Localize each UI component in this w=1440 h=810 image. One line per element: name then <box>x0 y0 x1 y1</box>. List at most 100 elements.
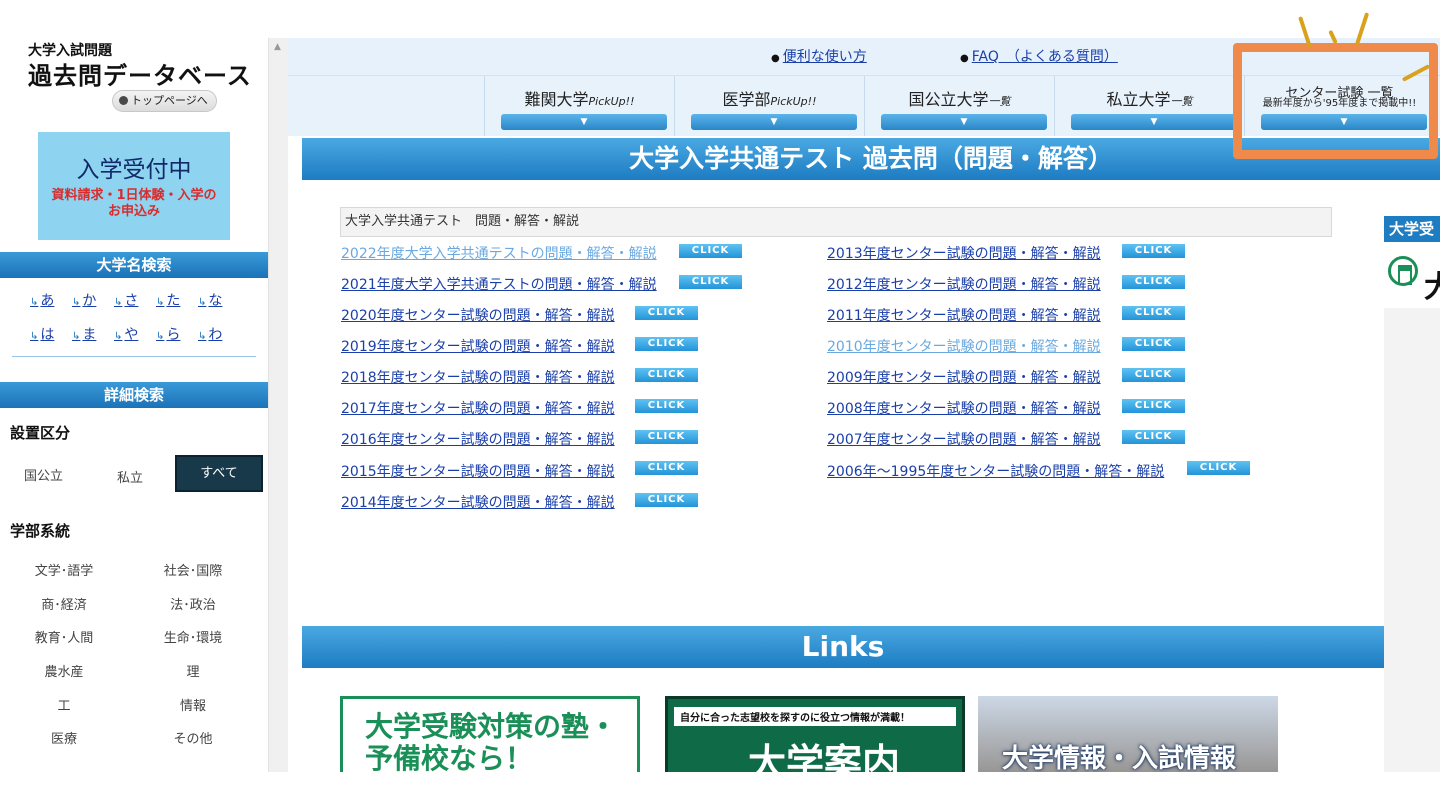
exam-link-2019[interactable]: 2019年度センター試験の問題・解答・解説 <box>341 336 615 356</box>
kana-link-wa[interactable]: わ <box>198 324 240 344</box>
exam-link-2010[interactable]: 2010年度センター試験の問題・解答・解説 <box>827 336 1101 356</box>
click-button[interactable]: CLICK <box>1187 461 1250 475</box>
admission-banner[interactable]: 入学受付中 資料請求・1日体験・入学のお申込み <box>38 132 230 240</box>
click-button[interactable]: CLICK <box>635 461 698 475</box>
kana-link-ya[interactable]: や <box>114 324 156 344</box>
detail-search-heading: 詳細検索 <box>0 382 268 408</box>
click-button[interactable]: CLICK <box>1122 368 1185 382</box>
site-logo[interactable]: 過去問データベース <box>28 56 252 91</box>
exam-link-2021[interactable]: 2021年度大学入学共通テストの問題・解答・解説 <box>341 274 657 294</box>
faculty-option[interactable]: 教育･人間 <box>14 627 114 646</box>
chevron-down-icon[interactable]: ▼ <box>1071 114 1237 130</box>
click-button[interactable]: CLICK <box>1122 337 1185 351</box>
exam-link-2017[interactable]: 2017年度センター試験の問題・解答・解説 <box>341 398 615 418</box>
nav-label: 国公立大学 <box>908 90 989 109</box>
click-button[interactable]: CLICK <box>635 430 698 444</box>
sidebar-scrollbar[interactable]: ▲ <box>268 38 288 772</box>
type-public-option[interactable]: 国公立 <box>24 465 63 484</box>
faculty-option[interactable]: 情報 <box>143 695 243 714</box>
faculty-option[interactable]: 文学･語学 <box>14 560 114 579</box>
kana-link-a[interactable]: あ <box>30 290 72 310</box>
click-button[interactable]: CLICK <box>679 244 742 258</box>
kana-link-ta[interactable]: た <box>156 290 198 310</box>
exam-link-2016[interactable]: 2016年度センター試験の問題・解答・解説 <box>341 429 615 449</box>
click-button[interactable]: CLICK <box>1122 430 1185 444</box>
nav-suffix: 一覧 <box>1170 95 1193 108</box>
howto-link[interactable]: 便利な使い方 <box>783 49 867 65</box>
click-button[interactable]: CLICK <box>635 337 698 351</box>
exam-link-2009[interactable]: 2009年度センター試験の問題・解答・解説 <box>827 367 1101 387</box>
nav-suffix: PickUp!! <box>588 95 635 108</box>
exam-link-2012[interactable]: 2012年度センター試験の問題・解答・解説 <box>827 274 1101 294</box>
exam-link-2011[interactable]: 2011年度センター試験の問題・解答・解説 <box>827 305 1101 325</box>
nav-item-private[interactable]: 私立大学一覧 ▼ <box>1054 76 1244 136</box>
howto-link-wrap: ● 便利な使い方 <box>771 46 867 66</box>
exam-link-2020[interactable]: 2020年度センター試験の問題・解答・解説 <box>341 305 615 325</box>
kana-link-ra[interactable]: ら <box>156 324 198 344</box>
faculty-option[interactable]: 工 <box>14 695 114 714</box>
click-button[interactable]: CLICK <box>1122 275 1185 289</box>
highlight-annotation <box>1233 43 1438 159</box>
banner-subtitle: 資料請求・1日体験・入学のお申込み <box>51 188 217 219</box>
kana-row-1: あかさたな <box>30 290 240 310</box>
nav-suffix: PickUp!! <box>770 95 817 108</box>
nav-item-medical[interactable]: 医学部PickUp!! ▼ <box>674 76 864 136</box>
ad-banner-university-info[interactable]: 大学情報・入試情報 <box>978 696 1278 772</box>
exam-link-2008[interactable]: 2008年度センター試験の問題・解答・解説 <box>827 398 1101 418</box>
top-page-button[interactable]: トップページへ <box>112 90 217 112</box>
chevron-down-icon[interactable]: ▼ <box>881 114 1047 130</box>
kana-link-ma[interactable]: ま <box>72 324 114 344</box>
ad-banner-cram-school[interactable]: 大学受験対策の塾・予備校なら！ <box>340 696 640 772</box>
nav-label: 医学部 <box>722 90 771 109</box>
faculty-option[interactable]: 医療 <box>14 728 114 747</box>
nav-item-top-universities[interactable]: 難関大学PickUp!! ▼ <box>484 76 674 136</box>
institution-type-label: 設置区分 <box>10 424 71 442</box>
faculty-label: 学部系統 <box>10 522 71 540</box>
kana-link-ka[interactable]: か <box>72 290 114 310</box>
faculty-option[interactable]: 理 <box>143 661 243 680</box>
faculty-option[interactable]: 生命･環境 <box>143 627 243 646</box>
faq-link-wrap: ● FAQ （よくある質問） <box>960 46 1118 66</box>
chevron-down-icon[interactable]: ▼ <box>501 114 667 130</box>
scroll-up-icon[interactable]: ▲ <box>274 42 281 52</box>
kana-link-ha[interactable]: は <box>30 324 72 344</box>
exam-link-2014[interactable]: 2014年度センター試験の問題・解答・解説 <box>341 492 615 512</box>
faculty-option[interactable]: その他 <box>143 728 243 747</box>
exam-link-2013[interactable]: 2013年度センター試験の問題・解答・解説 <box>827 243 1101 263</box>
nav-suffix: 一覧 <box>988 95 1011 108</box>
right-panel-heading: 大学受 <box>1384 216 1440 242</box>
browser-viewport: 大学入試問題 過去問データベース トップページへ 入学受付中 資料請求・1日体験… <box>0 38 1440 772</box>
kana-link-na[interactable]: な <box>198 290 240 310</box>
faculty-option[interactable]: 社会･国際 <box>143 560 243 579</box>
faq-link[interactable]: FAQ （よくある質問） <box>972 49 1118 65</box>
click-button[interactable]: CLICK <box>635 368 698 382</box>
click-button[interactable]: CLICK <box>635 399 698 413</box>
click-button[interactable]: CLICK <box>635 306 698 320</box>
exam-link-2022[interactable]: 2022年度大学入学共通テストの問題・解答・解説 <box>341 243 657 263</box>
click-button[interactable]: CLICK <box>679 275 742 289</box>
faculty-option[interactable]: 農水産 <box>14 661 114 680</box>
exam-link-2018[interactable]: 2018年度センター試験の問題・解答・解説 <box>341 367 615 387</box>
bullet-icon: ● <box>960 53 969 64</box>
click-button[interactable]: CLICK <box>635 493 698 507</box>
ad-banner-university-guide[interactable]: 自分に合った志望校を探すのに役立つ情報が満載！ 大学案内 <box>665 696 965 772</box>
section-label: 大学入学共通テスト 問題・解答・解説 <box>340 207 1332 237</box>
click-button[interactable]: CLICK <box>1122 244 1185 258</box>
click-button[interactable]: CLICK <box>1122 399 1185 413</box>
ad-title: 大学案内 <box>748 741 901 772</box>
nav-label: 難関大学 <box>524 90 589 109</box>
exam-link-2007[interactable]: 2007年度センター試験の問題・解答・解説 <box>827 429 1101 449</box>
chevron-down-icon[interactable]: ▼ <box>691 114 857 130</box>
click-button[interactable]: CLICK <box>1122 306 1185 320</box>
kana-link-sa[interactable]: さ <box>114 290 156 310</box>
faculty-option[interactable]: 法･政治 <box>143 594 243 613</box>
faculty-option[interactable]: 商･経済 <box>14 594 114 613</box>
ad-title: 大学情報・入試情報 <box>1002 744 1237 772</box>
exam-link-2015[interactable]: 2015年度センター試験の問題・解答・解説 <box>341 461 615 481</box>
nav-item-national-public[interactable]: 国公立大学一覧 ▼ <box>864 76 1054 136</box>
sidebar: 大学入試問題 過去問データベース トップページへ 入学受付中 資料請求・1日体験… <box>0 38 268 772</box>
right-panel-badge[interactable]: 大 <box>1384 248 1440 305</box>
type-private-option[interactable]: 私立 <box>117 467 143 486</box>
exam-link-2006-1995[interactable]: 2006年～1995年度センター試験の問題・解答・解説 <box>827 461 1164 481</box>
type-all-option[interactable]: すべて <box>175 455 263 492</box>
